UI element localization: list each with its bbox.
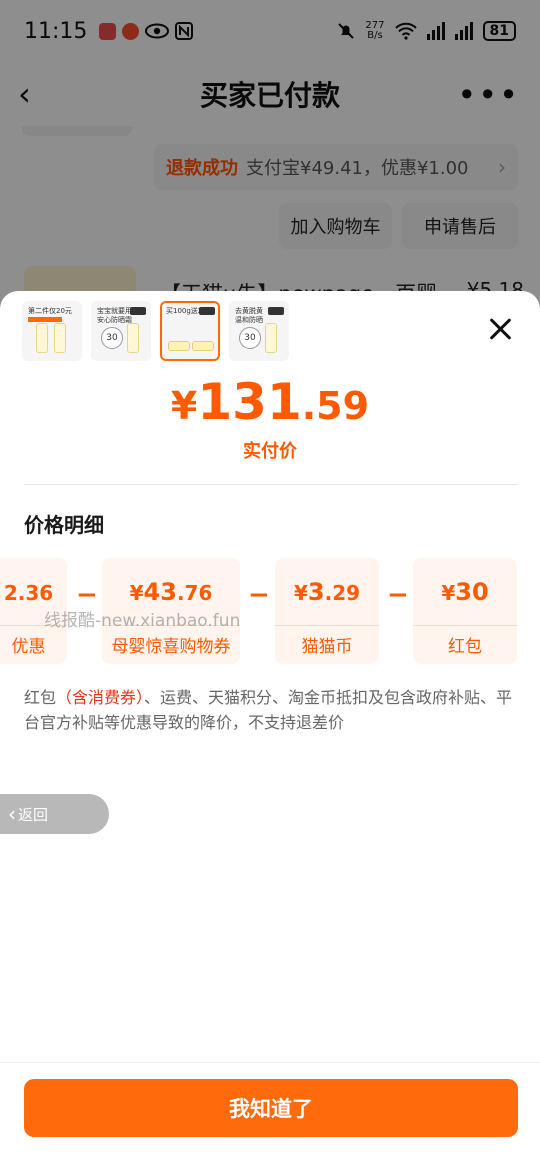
close-icon[interactable] [488, 317, 512, 341]
breakdown-card-redpacket: ¥30 红包 [413, 558, 517, 664]
product-tube [265, 323, 277, 353]
minus-sign: − [248, 580, 270, 610]
thumbnail[interactable]: 去黄脱黄 温和防晒 30 [229, 301, 289, 361]
bottom-action-bar: 我知道了 [0, 1062, 540, 1165]
thumbnail-active[interactable]: 买100g送200g [160, 301, 220, 361]
got-it-button[interactable]: 我知道了 [24, 1079, 518, 1137]
product-tube [127, 323, 139, 353]
divider [24, 484, 518, 485]
price-detail-sheet: 第二件仅20元 宝宝就要用 安心防晒霜 30 买100g送200g 去黄脱黄 温… [0, 291, 540, 1165]
section-title: 价格明细 [24, 513, 104, 537]
promo-band [28, 317, 62, 322]
brand-tag [268, 307, 284, 315]
product-jar [192, 341, 214, 351]
thumbnail[interactable]: 第二件仅20元 [22, 301, 82, 361]
breakdown-card-coins: ¥3.29 猫猫币 [275, 558, 379, 664]
minus-sign: − [387, 580, 409, 610]
paid-price-label: 实付价 [243, 441, 297, 462]
product-tube [36, 323, 48, 353]
chevron-left-icon: ‹ [8, 802, 16, 826]
spf-badge: 30 [239, 327, 261, 349]
product-jar [168, 341, 190, 351]
spf-badge: 30 [101, 327, 123, 349]
price-note: 红包（含消费券）、运费、天猫积分、淘金币抵扣及包含政府补贴、平台官方补贴等优惠导… [24, 688, 513, 732]
product-thumbnails: 第二件仅20元 宝宝就要用 安心防晒霜 30 买100g送200g 去黄脱黄 温… [22, 301, 289, 361]
brand-tag [130, 307, 146, 315]
brand-tag [199, 307, 215, 315]
paid-price: ¥131.59 [170, 373, 370, 431]
watermark: 线报酷-new.xianbao.fun [44, 611, 241, 631]
product-tube [54, 323, 66, 353]
floating-back-button[interactable]: ‹ 返回 [0, 794, 109, 834]
thumbnail[interactable]: 宝宝就要用 安心防晒霜 30 [91, 301, 151, 361]
